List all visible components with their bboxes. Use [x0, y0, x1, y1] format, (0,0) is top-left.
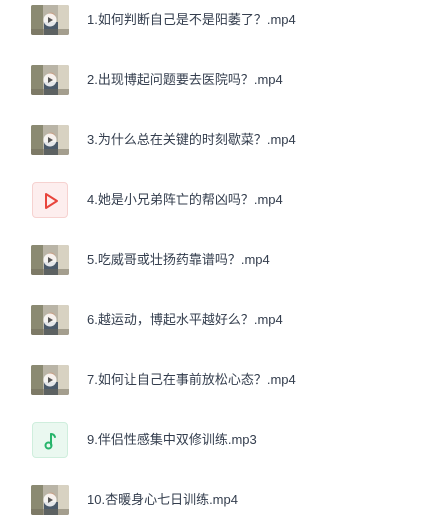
file-name: 6.越运动，博起水平越好么？.mp4 [87, 312, 283, 327]
thumbnail-image [31, 125, 69, 155]
file-name: 7.如何让自己在事前放松心态？.mp4 [87, 372, 296, 387]
video-file-icon [32, 182, 68, 218]
video-thumbnail [31, 365, 69, 395]
thumbnail-image [31, 305, 69, 335]
video-thumbnail [31, 485, 69, 515]
video-thumbnail [31, 65, 69, 95]
play-icon [45, 193, 58, 209]
file-row[interactable]: 3.为什么总在关键的时刻歇菜？.mp4 [0, 120, 444, 160]
file-name: 9.伴侣性感集中双修训练.mp3 [87, 432, 257, 447]
video-thumbnail [31, 245, 69, 275]
thumbnail-image [31, 5, 69, 35]
file-row[interactable]: 9.伴侣性感集中双修训练.mp3 [0, 420, 444, 460]
file-name: 1.如何判断自己是不是阳萎了？.mp4 [87, 12, 296, 27]
file-row[interactable]: 4.她是小兄弟阵亡的帮凶吗？.mp4 [0, 180, 444, 220]
thumbnail-image [31, 365, 69, 395]
file-row[interactable]: 5.吃威哥或壮扬药靠谱吗？.mp4 [0, 240, 444, 280]
file-row[interactable]: 7.如何让自己在事前放松心态？.mp4 [0, 360, 444, 400]
file-name: 5.吃威哥或壮扬药靠谱吗？.mp4 [87, 252, 270, 267]
file-row[interactable]: 6.越运动，博起水平越好么？.mp4 [0, 300, 444, 340]
audio-file-icon [32, 422, 68, 458]
thumbnail-image [31, 485, 69, 515]
video-thumbnail [31, 5, 69, 35]
file-row[interactable]: 1.如何判断自己是不是阳萎了？.mp4 [0, 0, 444, 40]
thumbnail-image [31, 245, 69, 275]
file-name: 3.为什么总在关键的时刻歇菜？.mp4 [87, 132, 296, 147]
file-list: 1.如何判断自己是不是阳萎了？.mp4 2.出现博起问题要去医院吗？.mp4 3… [0, 0, 444, 517]
file-name: 2.出现博起问题要去医院吗？.mp4 [87, 72, 283, 87]
file-name: 10.杏暖身心七日训练.mp4 [87, 492, 238, 507]
thumbnail-image [31, 65, 69, 95]
file-name: 4.她是小兄弟阵亡的帮凶吗？.mp4 [87, 192, 283, 207]
file-row[interactable]: 10.杏暖身心七日训练.mp4 [0, 480, 444, 520]
video-thumbnail [31, 305, 69, 335]
file-row[interactable]: 2.出现博起问题要去医院吗？.mp4 [0, 60, 444, 100]
video-thumbnail [31, 125, 69, 155]
music-note-icon [44, 433, 56, 450]
